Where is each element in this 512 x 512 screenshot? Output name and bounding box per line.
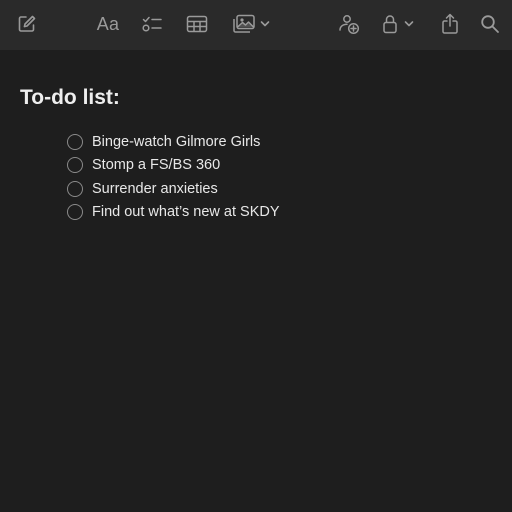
collaborate-icon: [337, 13, 361, 35]
share-button[interactable]: [438, 10, 462, 38]
lock-button[interactable]: [382, 10, 420, 38]
checkbox-circle[interactable]: [67, 180, 83, 197]
checkbox-circle[interactable]: [67, 204, 83, 221]
checklist-icon: [141, 14, 163, 34]
checklist-item: Surrender anxieties: [67, 177, 280, 201]
checkbox-circle[interactable]: [67, 133, 83, 150]
checklist: Binge-watch Gilmore Girls Stomp a FS/BS …: [67, 130, 280, 224]
chevron-down-icon: [404, 20, 414, 28]
checklist-item: Binge-watch Gilmore Girls: [67, 130, 280, 154]
table-icon: [186, 15, 208, 33]
format-text-label: Aa: [96, 13, 120, 34]
note-title[interactable]: To-do list:: [20, 86, 120, 110]
checklist-item-label[interactable]: Surrender anxieties: [92, 181, 218, 197]
lock-icon: [382, 14, 398, 34]
notes-window: Aa To-do list: Binge-watch Gilmore Girls…: [0, 0, 512, 512]
toolbar: Aa: [0, 0, 512, 50]
search-button[interactable]: [478, 10, 502, 38]
compose-icon: [17, 14, 37, 34]
media-icon: [232, 14, 256, 34]
checkbox-circle[interactable]: [67, 157, 83, 174]
compose-button[interactable]: [14, 10, 40, 38]
checklist-item: Stomp a FS/BS 360: [67, 154, 280, 178]
table-button[interactable]: [184, 10, 210, 38]
search-icon: [480, 14, 500, 34]
checklist-item-label[interactable]: Stomp a FS/BS 360: [92, 157, 220, 173]
chevron-down-icon: [260, 20, 270, 28]
checklist-item-label[interactable]: Binge-watch Gilmore Girls: [92, 134, 260, 150]
checklist-item: Find out what’s new at SKDY: [67, 201, 280, 225]
media-button[interactable]: [232, 10, 276, 38]
collaborate-button[interactable]: [336, 10, 362, 38]
checklist-button[interactable]: [139, 10, 165, 38]
share-icon: [441, 13, 459, 35]
format-text-button[interactable]: Aa: [94, 10, 122, 38]
checklist-item-label[interactable]: Find out what’s new at SKDY: [92, 204, 280, 220]
note-body[interactable]: To-do list: Binge-watch Gilmore Girls St…: [0, 50, 512, 512]
